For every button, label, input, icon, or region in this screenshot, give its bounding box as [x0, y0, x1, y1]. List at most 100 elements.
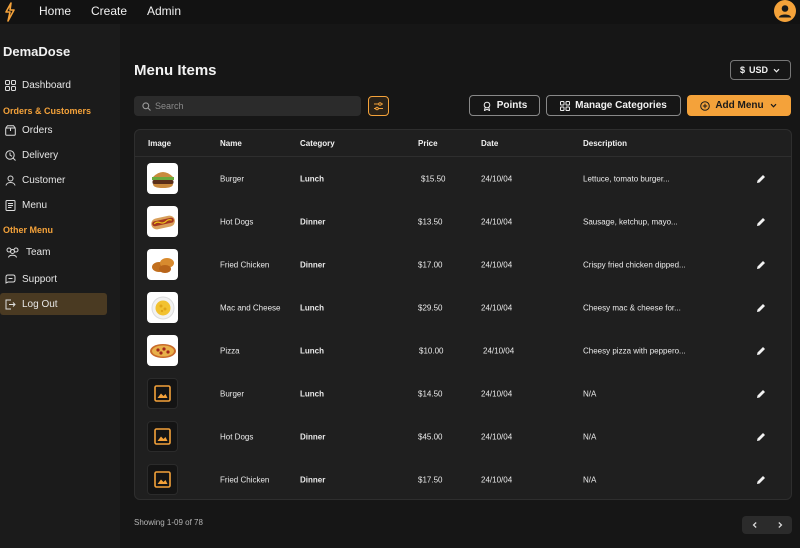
header-category: Category: [300, 139, 335, 148]
page-title: Menu Items: [134, 62, 217, 79]
search-input[interactable]: [155, 101, 345, 111]
sidebar-item-label: Customer: [22, 174, 66, 186]
sidebar-item-menu[interactable]: Menu: [0, 194, 107, 216]
sidebar-item-support[interactable]: Support: [0, 268, 107, 290]
table-row[interactable]: Hot Dogs Dinner $45.00 24/10/04 N/A: [135, 415, 791, 458]
logout-icon: [4, 298, 16, 310]
cell-date: 24/10/04: [481, 303, 513, 312]
table-row[interactable]: Pizza Lunch $10.00 24/10/04 Cheesy pizza…: [135, 329, 791, 372]
award-icon: [483, 101, 491, 111]
manage-categories-button[interactable]: Manage Categories: [546, 95, 681, 116]
burger-image: [147, 163, 178, 194]
cell-name: Mac and Cheese: [220, 303, 281, 312]
edit-icon[interactable]: [755, 173, 767, 185]
add-menu-button[interactable]: Add Menu: [687, 95, 791, 116]
top-bar: Home Create Admin: [0, 0, 800, 24]
filter-button[interactable]: [368, 96, 389, 116]
table-row[interactable]: Mac and Cheese Lunch $29.50 24/10/04 Che…: [135, 286, 791, 329]
brand-name: DemaDose: [3, 44, 71, 59]
edit-icon[interactable]: [755, 474, 767, 486]
sidebar-item-delivery[interactable]: Delivery: [0, 144, 107, 166]
cell-description: Cheesy mac & cheese for...: [583, 303, 681, 312]
image-placeholder-icon: [147, 464, 178, 495]
mac-and-cheese-image: [147, 292, 178, 323]
table-row[interactable]: Hot Dogs Dinner $13.50 24/10/04 Sausage,…: [135, 200, 791, 243]
cell-price: $13.50: [418, 217, 443, 226]
sidebar-item-logout[interactable]: Log Out: [0, 293, 107, 315]
cell-category: Lunch: [300, 303, 324, 312]
lightning-icon[interactable]: [4, 2, 16, 22]
delivery-icon: [4, 149, 16, 161]
menu-table: Image Name Category Price Date Descripti…: [134, 129, 792, 500]
header-price: Price: [418, 139, 438, 148]
cell-date: 24/10/04: [481, 174, 513, 183]
nav-admin[interactable]: Admin: [147, 4, 181, 18]
cell-name: Fried Chicken: [220, 260, 270, 269]
image-placeholder-icon: [147, 378, 178, 409]
sidebar-item-label: Delivery: [22, 149, 59, 161]
sidebar-item-orders[interactable]: Orders: [0, 119, 107, 141]
edit-icon[interactable]: [755, 302, 767, 314]
support-icon: [4, 273, 16, 285]
hotdog-image: [147, 206, 178, 237]
grid-icon: [4, 79, 16, 91]
team-icon: [4, 246, 20, 258]
sidebar-item-dashboard[interactable]: Dashboard: [0, 74, 107, 96]
currency-value: USD: [749, 65, 769, 75]
pagination-summary: Showing 1-09 of 78: [134, 518, 203, 527]
cell-category: Lunch: [300, 346, 324, 355]
cell-price: $17.00: [418, 260, 443, 269]
cell-category: Dinner: [300, 475, 326, 484]
cell-date: 24/10/04: [481, 475, 513, 484]
cell-name: Burger: [220, 389, 245, 398]
pizza-image: [147, 335, 178, 366]
image-placeholder-icon: [147, 421, 178, 452]
sidebar-item-label: Support: [22, 273, 58, 285]
section-other-menu: Other Menu: [3, 225, 54, 235]
avatar[interactable]: [774, 0, 796, 22]
next-page-button[interactable]: [767, 516, 792, 534]
chevron-left-icon: [752, 522, 757, 528]
search-box[interactable]: [134, 96, 361, 116]
cell-name: Hot Dogs: [220, 432, 254, 441]
cell-price: $10.00: [419, 346, 444, 355]
nav-home[interactable]: Home: [39, 4, 71, 18]
prev-page-button[interactable]: [742, 516, 767, 534]
chevron-down-icon: [773, 68, 780, 73]
cell-name: Pizza: [220, 346, 240, 355]
cell-date: 24/10/04: [481, 389, 513, 398]
currency-select[interactable]: $ USD: [730, 60, 791, 80]
edit-icon[interactable]: [755, 388, 767, 400]
table-row[interactable]: Burger Lunch $14.50 24/10/04 N/A: [135, 372, 791, 415]
edit-icon[interactable]: [755, 259, 767, 271]
cell-price: $45.00: [418, 432, 443, 441]
table-row[interactable]: Burger Lunch $15.50 24/10/04 Lettuce, to…: [135, 157, 791, 200]
points-button[interactable]: Points: [469, 95, 540, 116]
cell-description: N/A: [583, 475, 597, 484]
header-name: Name: [220, 139, 242, 148]
table-row[interactable]: Fried Chicken Dinner $17.00 24/10/04 Cri…: [135, 243, 791, 286]
sidebar-item-customer[interactable]: Customer: [0, 169, 107, 191]
nav-create[interactable]: Create: [91, 4, 127, 18]
sidebar-item-label: Dashboard: [22, 79, 71, 91]
cell-category: Dinner: [300, 217, 326, 226]
table-row[interactable]: Fried Chicken Dinner $17.50 24/10/04 N/A: [135, 458, 791, 499]
sidebar-item-team[interactable]: Team: [0, 241, 107, 263]
sidebar-item-label: Orders: [22, 124, 53, 136]
cell-price: $17.50: [418, 475, 443, 484]
edit-icon[interactable]: [755, 345, 767, 357]
sidebar-item-label: Team: [26, 246, 51, 258]
edit-icon[interactable]: [755, 431, 767, 443]
add-menu-label: Add Menu: [715, 100, 764, 111]
cell-category: Lunch: [300, 174, 324, 183]
points-label: Points: [496, 100, 528, 111]
manage-categories-label: Manage Categories: [575, 100, 667, 111]
cell-name: Fried Chicken: [220, 475, 270, 484]
cell-description: N/A: [583, 432, 597, 441]
pagination: [742, 516, 792, 534]
cell-price: $14.50: [418, 389, 443, 398]
edit-icon[interactable]: [755, 216, 767, 228]
chevron-right-icon: [777, 522, 782, 528]
cell-description: Lettuce, tomato burger...: [583, 174, 670, 183]
header-date: Date: [481, 139, 499, 148]
